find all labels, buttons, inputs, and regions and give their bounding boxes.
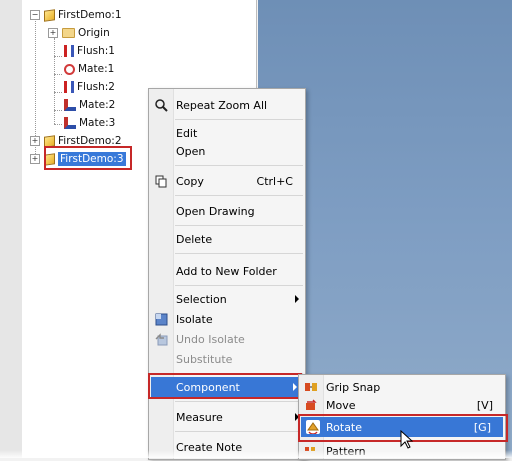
menu-item-repeat-zoom-all[interactable]: Repeat Zoom All xyxy=(149,95,305,115)
mate-icon xyxy=(64,117,76,129)
menu-separator xyxy=(175,401,303,402)
rotate-icon xyxy=(306,420,320,434)
menu-item-label: Isolate xyxy=(176,312,213,326)
menu-separator xyxy=(175,373,303,374)
menu-item-substitute[interactable]: Substitute xyxy=(149,349,305,369)
tree-guide-line xyxy=(54,92,62,93)
grip-snap-icon xyxy=(304,380,318,394)
tree-node-label: Origin xyxy=(78,27,110,39)
menu-item-isolate[interactable]: Isolate xyxy=(149,309,305,329)
tree-guide-line xyxy=(54,56,62,57)
tree-guide-line xyxy=(54,38,55,124)
tree-node-label: Mate:2 xyxy=(79,99,116,111)
menu-item-label: Component xyxy=(176,380,240,394)
tree-node-label: FirstDemo:1 xyxy=(58,9,122,21)
context-menu: Repeat Zoom All Edit Open Copy Ctrl+C Op… xyxy=(148,88,306,460)
menu-item-label: Open xyxy=(176,144,206,158)
menu-item-open[interactable]: Open xyxy=(149,141,305,161)
menu-item-shortcut: [V] xyxy=(476,398,493,412)
menu-item-label: Measure xyxy=(176,410,223,424)
menu-separator xyxy=(175,225,303,226)
tree-node-label: Flush:2 xyxy=(77,81,115,93)
tree-guide-line xyxy=(54,124,62,125)
menu-item-label: Delete xyxy=(176,232,213,246)
menu-item-label: Move xyxy=(326,398,356,412)
menu-item-label: Open Drawing xyxy=(176,204,255,218)
collapse-icon[interactable]: − xyxy=(30,10,40,20)
tree-node-flush-2[interactable]: Flush:2 xyxy=(64,78,115,96)
menu-separator xyxy=(175,195,303,196)
bottom-fade xyxy=(0,450,512,458)
menu-item-label: Edit xyxy=(176,126,198,140)
menu-item-shortcut: [G] xyxy=(473,420,491,434)
submenu-arrow-icon xyxy=(295,295,299,303)
menu-item-open-drawing[interactable]: Open Drawing xyxy=(149,201,305,221)
tree-node-label: Mate:1 xyxy=(78,63,115,75)
menu-item-selection[interactable]: Selection xyxy=(149,289,305,309)
tree-node-firstdemo-2[interactable]: + FirstDemo:2 xyxy=(30,132,122,150)
move-icon xyxy=(304,398,318,412)
tree-node-mate-2[interactable]: Mate:2 xyxy=(64,96,115,114)
menu-item-edit[interactable]: Edit xyxy=(149,123,305,143)
mate-icon xyxy=(64,99,76,111)
copy-icon xyxy=(154,174,168,188)
part-icon xyxy=(44,8,55,22)
menu-separator xyxy=(175,119,303,120)
menu-item-label: Repeat Zoom All xyxy=(176,98,268,112)
tree-node-firstdemo-3[interactable]: + FirstDemo:3 xyxy=(30,150,126,168)
folder-icon xyxy=(62,28,75,38)
tree-node-label: FirstDemo:3 xyxy=(58,152,126,166)
left-edge-strip xyxy=(0,0,23,458)
menu-item-grip-snap[interactable]: Grip Snap xyxy=(299,377,505,397)
menu-item-component[interactable]: Component xyxy=(151,377,303,397)
menu-separator xyxy=(175,431,303,432)
menu-item-label: Rotate xyxy=(326,420,363,434)
flush-icon xyxy=(64,45,74,57)
tree-node-origin[interactable]: + Origin xyxy=(48,24,110,42)
menu-separator xyxy=(175,165,303,166)
zoom-icon xyxy=(154,98,168,112)
submenu-arrow-icon xyxy=(293,383,297,391)
menu-item-label: Copy xyxy=(176,174,204,188)
tree-guide-line xyxy=(54,110,62,111)
menu-item-copy[interactable]: Copy Ctrl+C xyxy=(149,171,305,191)
tree-node-label: Mate:3 xyxy=(79,117,116,129)
undo-isolate-icon xyxy=(154,332,168,346)
expand-icon[interactable]: + xyxy=(48,28,58,38)
mate-icon xyxy=(64,63,75,75)
menu-item-undo-isolate[interactable]: Undo Isolate xyxy=(149,329,305,349)
part-icon xyxy=(44,152,55,166)
menu-item-label: Add to New Folder xyxy=(176,264,277,278)
tree-node-mate-3[interactable]: Mate:3 xyxy=(64,114,115,132)
menu-item-label: Undo Isolate xyxy=(176,332,245,346)
tree-node-label: FirstDemo:2 xyxy=(58,135,122,147)
tree-node-label: Flush:1 xyxy=(77,45,115,57)
part-icon xyxy=(44,134,55,148)
tree-guide-line xyxy=(54,74,62,75)
menu-item-label: Substitute xyxy=(176,352,233,366)
tree-node-firstdemo-1[interactable]: − FirstDemo:1 xyxy=(30,6,122,24)
menu-separator xyxy=(175,285,303,286)
isolate-icon xyxy=(154,312,168,326)
tree-node-flush-1[interactable]: Flush:1 xyxy=(64,42,115,60)
menu-item-label: Selection xyxy=(176,292,227,306)
tree-node-mate-1[interactable]: Mate:1 xyxy=(64,60,114,78)
menu-item-add-to-new-folder[interactable]: Add to New Folder xyxy=(149,261,305,281)
menu-item-delete[interactable]: Delete xyxy=(149,229,305,249)
menu-item-move[interactable]: Move [V] xyxy=(299,395,505,415)
menu-item-measure[interactable]: Measure xyxy=(149,407,305,427)
flush-icon xyxy=(64,81,74,93)
menu-item-shortcut: Ctrl+C xyxy=(256,174,293,188)
expand-icon[interactable]: + xyxy=(30,136,40,146)
menu-separator xyxy=(175,253,303,254)
expand-icon[interactable]: + xyxy=(30,154,40,164)
menu-item-label: Grip Snap xyxy=(326,380,381,394)
